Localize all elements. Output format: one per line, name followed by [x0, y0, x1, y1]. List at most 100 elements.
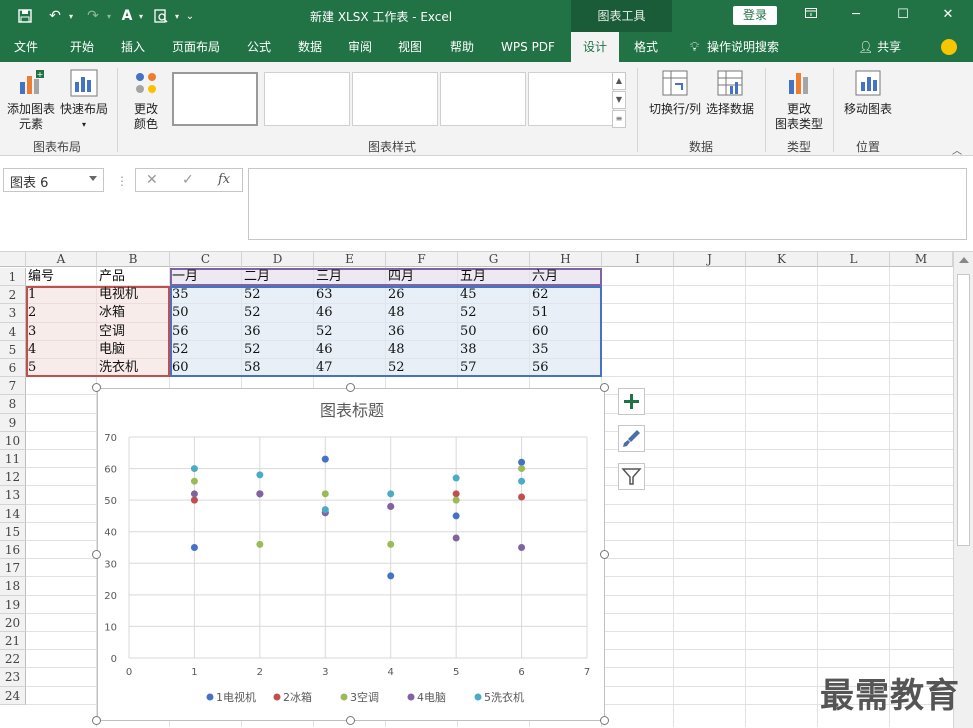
- chart-elements-button[interactable]: [618, 388, 645, 415]
- cell-e6[interactable]: 47: [314, 359, 386, 377]
- row-header-24[interactable]: 24: [0, 686, 26, 705]
- cell-d6[interactable]: 58: [242, 359, 314, 377]
- row-header-5[interactable]: 5: [0, 340, 26, 359]
- cell-b5[interactable]: 电脑: [97, 341, 170, 359]
- cancel-icon[interactable]: ✕: [146, 172, 158, 188]
- undo-dropdown-icon[interactable]: ▾: [66, 6, 76, 26]
- cell-a4[interactable]: 3: [26, 323, 97, 341]
- cell-c1[interactable]: 一月: [170, 268, 242, 286]
- cell-h4[interactable]: 60: [530, 323, 602, 341]
- cell-d5[interactable]: 52: [242, 341, 314, 359]
- cell-d2[interactable]: 52: [242, 286, 314, 304]
- column-header-b[interactable]: B: [97, 252, 170, 267]
- add-chart-element-button[interactable]: + 添加图表 元素: [4, 68, 58, 132]
- cell-f3[interactable]: 48: [386, 304, 458, 322]
- column-header-k[interactable]: K: [746, 252, 818, 267]
- customize-qat-icon[interactable]: ⌄: [182, 6, 198, 26]
- cell-g1[interactable]: 五月: [458, 268, 530, 286]
- row-header-20[interactable]: 20: [0, 613, 26, 632]
- tab-page-layout[interactable]: 页面布局: [160, 32, 232, 62]
- cell-e4[interactable]: 52: [314, 323, 386, 341]
- name-box[interactable]: 图表 6: [3, 168, 104, 192]
- chart-object[interactable]: 图表标题 0 10 20 30 40 50 60 70 0 1 2 3 4 5 6 7 1电视机 2冰箱 3空调 4电脑…: [97, 388, 605, 721]
- row-header-9[interactable]: 9: [0, 413, 26, 432]
- row-header-21[interactable]: 21: [0, 632, 26, 651]
- cell-b1[interactable]: 产品: [97, 268, 170, 286]
- gallery-more-icon[interactable]: ≡: [612, 110, 626, 128]
- vertical-scrollbar[interactable]: [953, 252, 973, 728]
- resize-handle[interactable]: [92, 383, 101, 392]
- cell-e5[interactable]: 46: [314, 341, 386, 359]
- cell-a6[interactable]: 5: [26, 359, 97, 377]
- tab-design[interactable]: 设计: [571, 32, 619, 62]
- row-header-22[interactable]: 22: [0, 650, 26, 669]
- column-header-c[interactable]: C: [170, 252, 242, 267]
- cell-h6[interactable]: 56: [530, 359, 602, 377]
- column-header-l[interactable]: L: [818, 252, 890, 267]
- column-header-d[interactable]: D: [242, 252, 314, 267]
- cell-c4[interactable]: 56: [170, 323, 242, 341]
- cell-c2[interactable]: 35: [170, 286, 242, 304]
- login-button[interactable]: 登录: [733, 6, 777, 25]
- move-chart-button[interactable]: 移动图表: [840, 68, 896, 117]
- row-header-6[interactable]: 6: [0, 359, 26, 378]
- column-header-h[interactable]: H: [530, 252, 602, 267]
- tab-file[interactable]: 文件: [0, 32, 52, 62]
- chart-styles-button[interactable]: [618, 425, 645, 452]
- cell-f1[interactable]: 四月: [386, 268, 458, 286]
- tab-help[interactable]: 帮助: [438, 32, 486, 62]
- gallery-scroll-up-icon[interactable]: ▲: [612, 72, 626, 90]
- cell-f2[interactable]: 26: [386, 286, 458, 304]
- row-header-15[interactable]: 15: [0, 522, 26, 541]
- switch-row-column-button[interactable]: 切换行/列: [646, 68, 704, 117]
- close-icon[interactable]: ✕: [933, 4, 963, 26]
- resize-handle[interactable]: [600, 550, 609, 559]
- collapse-ribbon-icon[interactable]: ︿: [952, 142, 962, 157]
- cell-g5[interactable]: 38: [458, 341, 530, 359]
- column-header-e[interactable]: E: [314, 252, 386, 267]
- insert-function-icon[interactable]: fx: [218, 172, 230, 187]
- resize-handle[interactable]: [600, 383, 609, 392]
- cell-c5[interactable]: 52: [170, 341, 242, 359]
- cell-h5[interactable]: 35: [530, 341, 602, 359]
- row-header-7[interactable]: 7: [0, 377, 26, 396]
- cell-h2[interactable]: 62: [530, 286, 602, 304]
- cell-g2[interactable]: 45: [458, 286, 530, 304]
- cell-a2[interactable]: 1: [26, 286, 97, 304]
- quick-layout-button[interactable]: 快速布局 ▾: [60, 68, 108, 132]
- cell-c6[interactable]: 60: [170, 359, 242, 377]
- chart-style-4[interactable]: [440, 72, 526, 126]
- share-button[interactable]: 👤︎ 共享: [858, 32, 901, 62]
- row-header-19[interactable]: 19: [0, 595, 26, 614]
- row-header-10[interactable]: 10: [0, 431, 26, 450]
- select-data-button[interactable]: 选择数据: [704, 68, 756, 117]
- row-header-16[interactable]: 16: [0, 541, 26, 560]
- format-painter-icon[interactable]: A: [116, 6, 138, 26]
- cell-f4[interactable]: 36: [386, 323, 458, 341]
- row-header-3[interactable]: 3: [0, 304, 26, 323]
- row-header-14[interactable]: 14: [0, 504, 26, 523]
- row-header-4[interactable]: 4: [0, 322, 26, 341]
- tab-home[interactable]: 开始: [54, 32, 110, 62]
- resize-handle[interactable]: [346, 383, 355, 392]
- column-header-j[interactable]: J: [674, 252, 746, 267]
- cell-e3[interactable]: 46: [314, 304, 386, 322]
- tab-data[interactable]: 数据: [286, 32, 334, 62]
- column-header-i[interactable]: I: [602, 252, 674, 267]
- tab-formulas[interactable]: 公式: [236, 32, 282, 62]
- row-header-1[interactable]: 1: [0, 268, 26, 287]
- formula-input[interactable]: [248, 168, 967, 240]
- cell-d4[interactable]: 36: [242, 323, 314, 341]
- change-chart-type-button[interactable]: 更改 图表类型: [770, 68, 828, 132]
- cell-h1[interactable]: 六月: [530, 268, 602, 286]
- row-header-23[interactable]: 23: [0, 668, 26, 687]
- cell-f6[interactable]: 52: [386, 359, 458, 377]
- row-header-11[interactable]: 11: [0, 450, 26, 469]
- column-header-f[interactable]: F: [386, 252, 458, 267]
- scroll-thumb[interactable]: [957, 274, 970, 546]
- row-header-2[interactable]: 2: [0, 286, 26, 305]
- formula-bar-grip-icon[interactable]: ⋮: [116, 174, 128, 188]
- change-colors-button[interactable]: 更改 颜色: [124, 68, 168, 132]
- cell-d3[interactable]: 52: [242, 304, 314, 322]
- cell-a1[interactable]: 编号: [26, 268, 97, 286]
